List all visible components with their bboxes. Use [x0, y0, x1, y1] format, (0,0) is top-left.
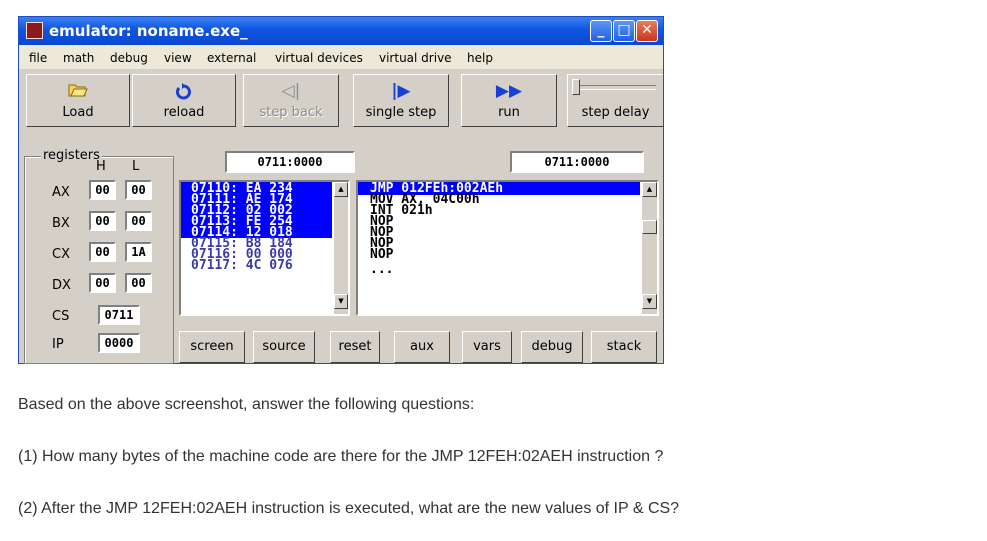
menu-external[interactable]: external: [207, 51, 256, 65]
menu-bar: file math debug view external virtual de…: [19, 45, 663, 69]
reg-name-cs: CS: [52, 309, 70, 324]
disasm-scroll-thumb[interactable]: [642, 220, 657, 234]
run-icon: ▶▶: [495, 81, 523, 101]
disasm-scroll-up-icon[interactable]: ▲: [642, 182, 657, 197]
run-label: run: [498, 105, 520, 120]
close-button[interactable]: ✕: [636, 20, 658, 42]
disasm-line[interactable]: NOP: [370, 248, 393, 261]
reg-name-bx: BX: [52, 216, 70, 231]
disasm-address-field[interactable]: 0711:0000: [510, 151, 644, 173]
reload-icon: [133, 82, 235, 104]
memory-scrollbar[interactable]: ▲ ▼: [334, 182, 348, 314]
minimize-button[interactable]: _: [590, 20, 612, 42]
reg-dh[interactable]: 00: [89, 273, 116, 293]
question-1: (1) How many bytes of the machine code a…: [18, 448, 664, 465]
stack-button[interactable]: stack: [591, 331, 657, 363]
screen-button[interactable]: screen: [179, 331, 245, 363]
disasm-line[interactable]: ...: [370, 263, 393, 276]
emulator-window: emulator: noname.exe_ _ □ ✕ file math de…: [18, 16, 664, 364]
step-back-button[interactable]: ◁| step back: [243, 74, 339, 127]
debug-button[interactable]: debug: [521, 331, 583, 363]
load-button[interactable]: Load: [26, 74, 130, 127]
reg-cl[interactable]: 1A: [125, 242, 152, 262]
reload-button[interactable]: reload: [132, 74, 236, 127]
client-area: Load reload ◁| step back |▶ single step …: [19, 69, 663, 364]
reg-bh[interactable]: 00: [89, 211, 116, 231]
folder-open-icon: [27, 82, 129, 102]
menu-help[interactable]: help: [467, 51, 493, 65]
disasm-scroll-down-icon[interactable]: ▼: [642, 294, 657, 309]
menu-virtual-devices[interactable]: virtual devices: [275, 51, 363, 65]
maximize-button[interactable]: □: [613, 20, 635, 42]
reg-name-dx: DX: [52, 278, 71, 293]
questions-intro: Based on the above screenshot, answer th…: [18, 396, 475, 413]
source-button[interactable]: source: [253, 331, 315, 363]
title-bar[interactable]: emulator: noname.exe_ _ □ ✕: [19, 17, 663, 45]
reg-ip[interactable]: 0000: [98, 333, 140, 353]
maximize-icon: □: [617, 22, 631, 38]
step-back-label: step back: [259, 105, 323, 120]
memory-scroll-up-icon[interactable]: ▲: [334, 182, 348, 197]
single-step-label: single step: [365, 105, 437, 120]
memory-list[interactable]: 07110: EA 234 07111: AE 174 07112: 02 00…: [179, 180, 350, 316]
reset-button[interactable]: reset: [330, 331, 380, 363]
menu-math[interactable]: math: [63, 51, 94, 65]
step-delay-label: step delay: [581, 105, 650, 120]
reg-ch[interactable]: 00: [89, 242, 116, 262]
step-delay-track[interactable]: [576, 85, 656, 90]
memory-scroll-down-icon[interactable]: ▼: [334, 294, 348, 309]
registers-label: registers: [41, 148, 102, 163]
load-label: Load: [62, 105, 94, 120]
reg-col-h: H: [96, 159, 106, 174]
reg-bl[interactable]: 00: [125, 211, 152, 231]
reg-cs[interactable]: 0711: [98, 305, 140, 325]
vars-button[interactable]: vars: [462, 331, 512, 363]
reload-label: reload: [163, 105, 205, 120]
reg-al[interactable]: 00: [125, 180, 152, 200]
minimize-icon: _: [597, 22, 605, 38]
memory-line[interactable]: 07117: 4C 076: [191, 259, 293, 272]
disasm-scrollbar[interactable]: ▲ ▼: [642, 182, 657, 314]
disasm-list[interactable]: JMP 012FEh:002AEh MOV AX, 04C00h INT 021…: [356, 180, 659, 316]
reg-name-ax: AX: [52, 185, 70, 200]
reg-col-l: L: [132, 159, 140, 174]
menu-view[interactable]: view: [164, 51, 192, 65]
memory-address-field[interactable]: 0711:0000: [225, 151, 355, 173]
app-icon: [26, 22, 43, 39]
run-button[interactable]: ▶▶ run: [461, 74, 557, 127]
menu-debug[interactable]: debug: [110, 51, 148, 65]
window-title: emulator: noname.exe_: [49, 22, 248, 40]
reg-name-cx: CX: [52, 247, 70, 262]
aux-button[interactable]: aux: [394, 331, 450, 363]
close-icon: ✕: [641, 22, 653, 38]
single-step-icon: |▶: [391, 81, 411, 101]
reg-dl[interactable]: 00: [125, 273, 152, 293]
question-2: (2) After the JMP 12FEH:02AEH instructio…: [18, 500, 680, 517]
step-delay-thumb[interactable]: [572, 79, 580, 95]
menu-file[interactable]: file: [29, 51, 47, 65]
step-delay-control[interactable]: step delay: [567, 74, 663, 127]
reg-ah[interactable]: 00: [89, 180, 116, 200]
single-step-button[interactable]: |▶ single step: [353, 74, 449, 127]
reg-name-ip: IP: [52, 337, 64, 352]
menu-virtual-drive[interactable]: virtual drive: [379, 51, 452, 65]
step-back-icon: ◁|: [281, 81, 301, 101]
